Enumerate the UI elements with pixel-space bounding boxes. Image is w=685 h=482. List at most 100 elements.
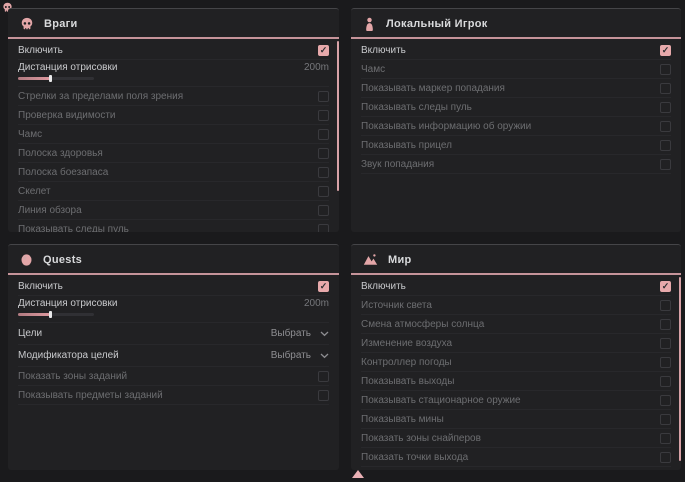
checkbox[interactable] [660, 83, 671, 94]
setting-row[interactable]: Включить [18, 41, 329, 60]
checkbox[interactable] [660, 300, 671, 311]
checkbox[interactable] [660, 452, 671, 463]
checkbox[interactable] [660, 102, 671, 113]
setting-row[interactable]: Показывать стационарное оружие [361, 391, 671, 410]
setting-label: Изменение воздуха [361, 338, 452, 349]
checkbox[interactable] [318, 390, 329, 401]
setting-label: Показывать предметы заданий [18, 390, 163, 401]
setting-row[interactable]: Включить [361, 277, 671, 296]
setting-row[interactable]: Показывать следы пуль [361, 98, 671, 117]
checkbox[interactable] [318, 45, 329, 56]
checkbox[interactable] [318, 110, 329, 121]
checkbox[interactable] [318, 205, 329, 216]
setting-row[interactable]: Показывать информацию об оружии [361, 117, 671, 136]
panel-world-header: Мир [351, 245, 681, 275]
checkbox[interactable] [318, 371, 329, 382]
checkbox[interactable] [318, 186, 329, 197]
panel-quests: Quests ВключитьДистанция отрисовки200mЦе… [8, 244, 339, 470]
setting-label: Включить [361, 45, 406, 56]
checkbox[interactable] [660, 121, 671, 132]
checkbox[interactable] [318, 129, 329, 140]
setting-row[interactable]: Включить [18, 277, 329, 296]
setting-row[interactable]: Показать зоны снайперов [361, 429, 671, 448]
orb-icon [20, 253, 33, 267]
setting-row[interactable]: Чамс [18, 125, 329, 144]
checkbox[interactable] [660, 281, 671, 292]
panel-world: Мир Включить Источник светаСмена атмосфер… [351, 244, 681, 470]
setting-row[interactable]: Показывать предметы заданий [18, 386, 329, 405]
slider-track[interactable] [18, 77, 94, 80]
setting-label: Дистанция отрисовки [18, 62, 117, 73]
slider-handle[interactable] [49, 311, 52, 318]
setting-row[interactable]: Линия обзора [18, 201, 329, 220]
slider-value: 200m [304, 62, 329, 73]
setting-label: Модификатора целей [18, 350, 119, 361]
slider-row[interactable]: Дистанция отрисовки 200m [18, 60, 329, 87]
select-row[interactable]: ЦелиВыбрать [18, 323, 329, 345]
slider-handle[interactable] [49, 75, 52, 82]
checkbox[interactable] [660, 159, 671, 170]
setting-label: Линия обзора [18, 205, 82, 216]
setting-row[interactable]: Звук попадания [361, 155, 671, 174]
setting-label: Показывать информацию об оружии [361, 121, 531, 132]
setting-label: Включить [361, 281, 406, 292]
checkbox[interactable] [660, 64, 671, 75]
setting-row[interactable]: Полоска боезапаса [18, 163, 329, 182]
setting-row[interactable]: Стрелки за пределами поля зрения [18, 87, 329, 106]
setting-label: Показывать выходы [361, 376, 454, 387]
select-row[interactable]: Модификатора целей Выбрать [18, 345, 329, 367]
setting-label: Проверка видимости [18, 110, 116, 121]
checkbox[interactable] [660, 376, 671, 387]
setting-row[interactable]: Чамс [361, 60, 671, 79]
mod-menu-screen: Враги ВключитьДистанция отрисовки200mСтр… [0, 0, 685, 482]
setting-row[interactable]: Показывать следы пуль [18, 220, 329, 232]
select-dropdown[interactable]: Выбрать [271, 350, 329, 361]
setting-row[interactable]: Смена атмосферы солнца [361, 315, 671, 334]
setting-row[interactable]: Изменение воздуха [361, 334, 671, 353]
checkbox[interactable] [318, 281, 329, 292]
checkbox[interactable] [660, 433, 671, 444]
select-value: Выбрать [271, 350, 311, 361]
panel-local-player: Локальный Игрок ВключитьЧамсПоказывать м… [351, 8, 681, 232]
checkbox[interactable] [660, 45, 671, 56]
select-value: Выбрать [271, 328, 311, 339]
setting-row[interactable]: Контроллер погоды [361, 353, 671, 372]
checkbox[interactable] [660, 357, 671, 368]
select-dropdown[interactable]: Выбрать [271, 328, 329, 339]
slider-row[interactable]: Дистанция отрисовки200m [18, 296, 329, 323]
panel-title: Quests [43, 254, 82, 266]
panel-quests-header: Quests [8, 245, 339, 275]
checkbox[interactable] [318, 91, 329, 102]
panel-world-body: Включить Источник светаСмена атмосферы со… [351, 275, 681, 467]
checkbox[interactable] [318, 167, 329, 178]
setting-label: Звук попадания [361, 159, 434, 170]
checkbox[interactable] [660, 414, 671, 425]
setting-label: Показать зоны заданий [18, 371, 127, 382]
setting-row[interactable]: Показывать выходы [361, 372, 671, 391]
setting-row[interactable]: Проверка видимости [18, 106, 329, 125]
setting-label: Полоска здоровья [18, 148, 103, 159]
setting-label: Чамс [18, 129, 42, 140]
setting-row[interactable]: Показать зоны заданий [18, 367, 329, 386]
checkbox[interactable] [660, 140, 671, 151]
setting-row[interactable]: Источник света [361, 296, 671, 315]
slider-track[interactable] [18, 313, 94, 316]
scrollbar[interactable] [337, 41, 339, 191]
checkbox[interactable] [660, 319, 671, 330]
setting-row[interactable]: Показать точки выхода [361, 448, 671, 467]
scrollbar[interactable] [679, 277, 681, 461]
setting-row[interactable]: Включить [361, 41, 671, 60]
setting-row[interactable]: Скелет [18, 182, 329, 201]
setting-row[interactable]: Показывать прицел [361, 136, 671, 155]
setting-label: Показывать маркер попадания [361, 83, 505, 94]
checkbox[interactable] [318, 224, 329, 233]
setting-label: Контроллер погоды [361, 357, 452, 368]
setting-label: Показывать следы пуль [361, 102, 472, 113]
checkbox[interactable] [660, 338, 671, 349]
setting-row[interactable]: Показывать мины [361, 410, 671, 429]
checkbox[interactable] [660, 395, 671, 406]
setting-label: Скелет [18, 186, 51, 197]
setting-row[interactable]: Показывать маркер попадания [361, 79, 671, 98]
checkbox[interactable] [318, 148, 329, 159]
setting-row[interactable]: Полоска здоровья [18, 144, 329, 163]
